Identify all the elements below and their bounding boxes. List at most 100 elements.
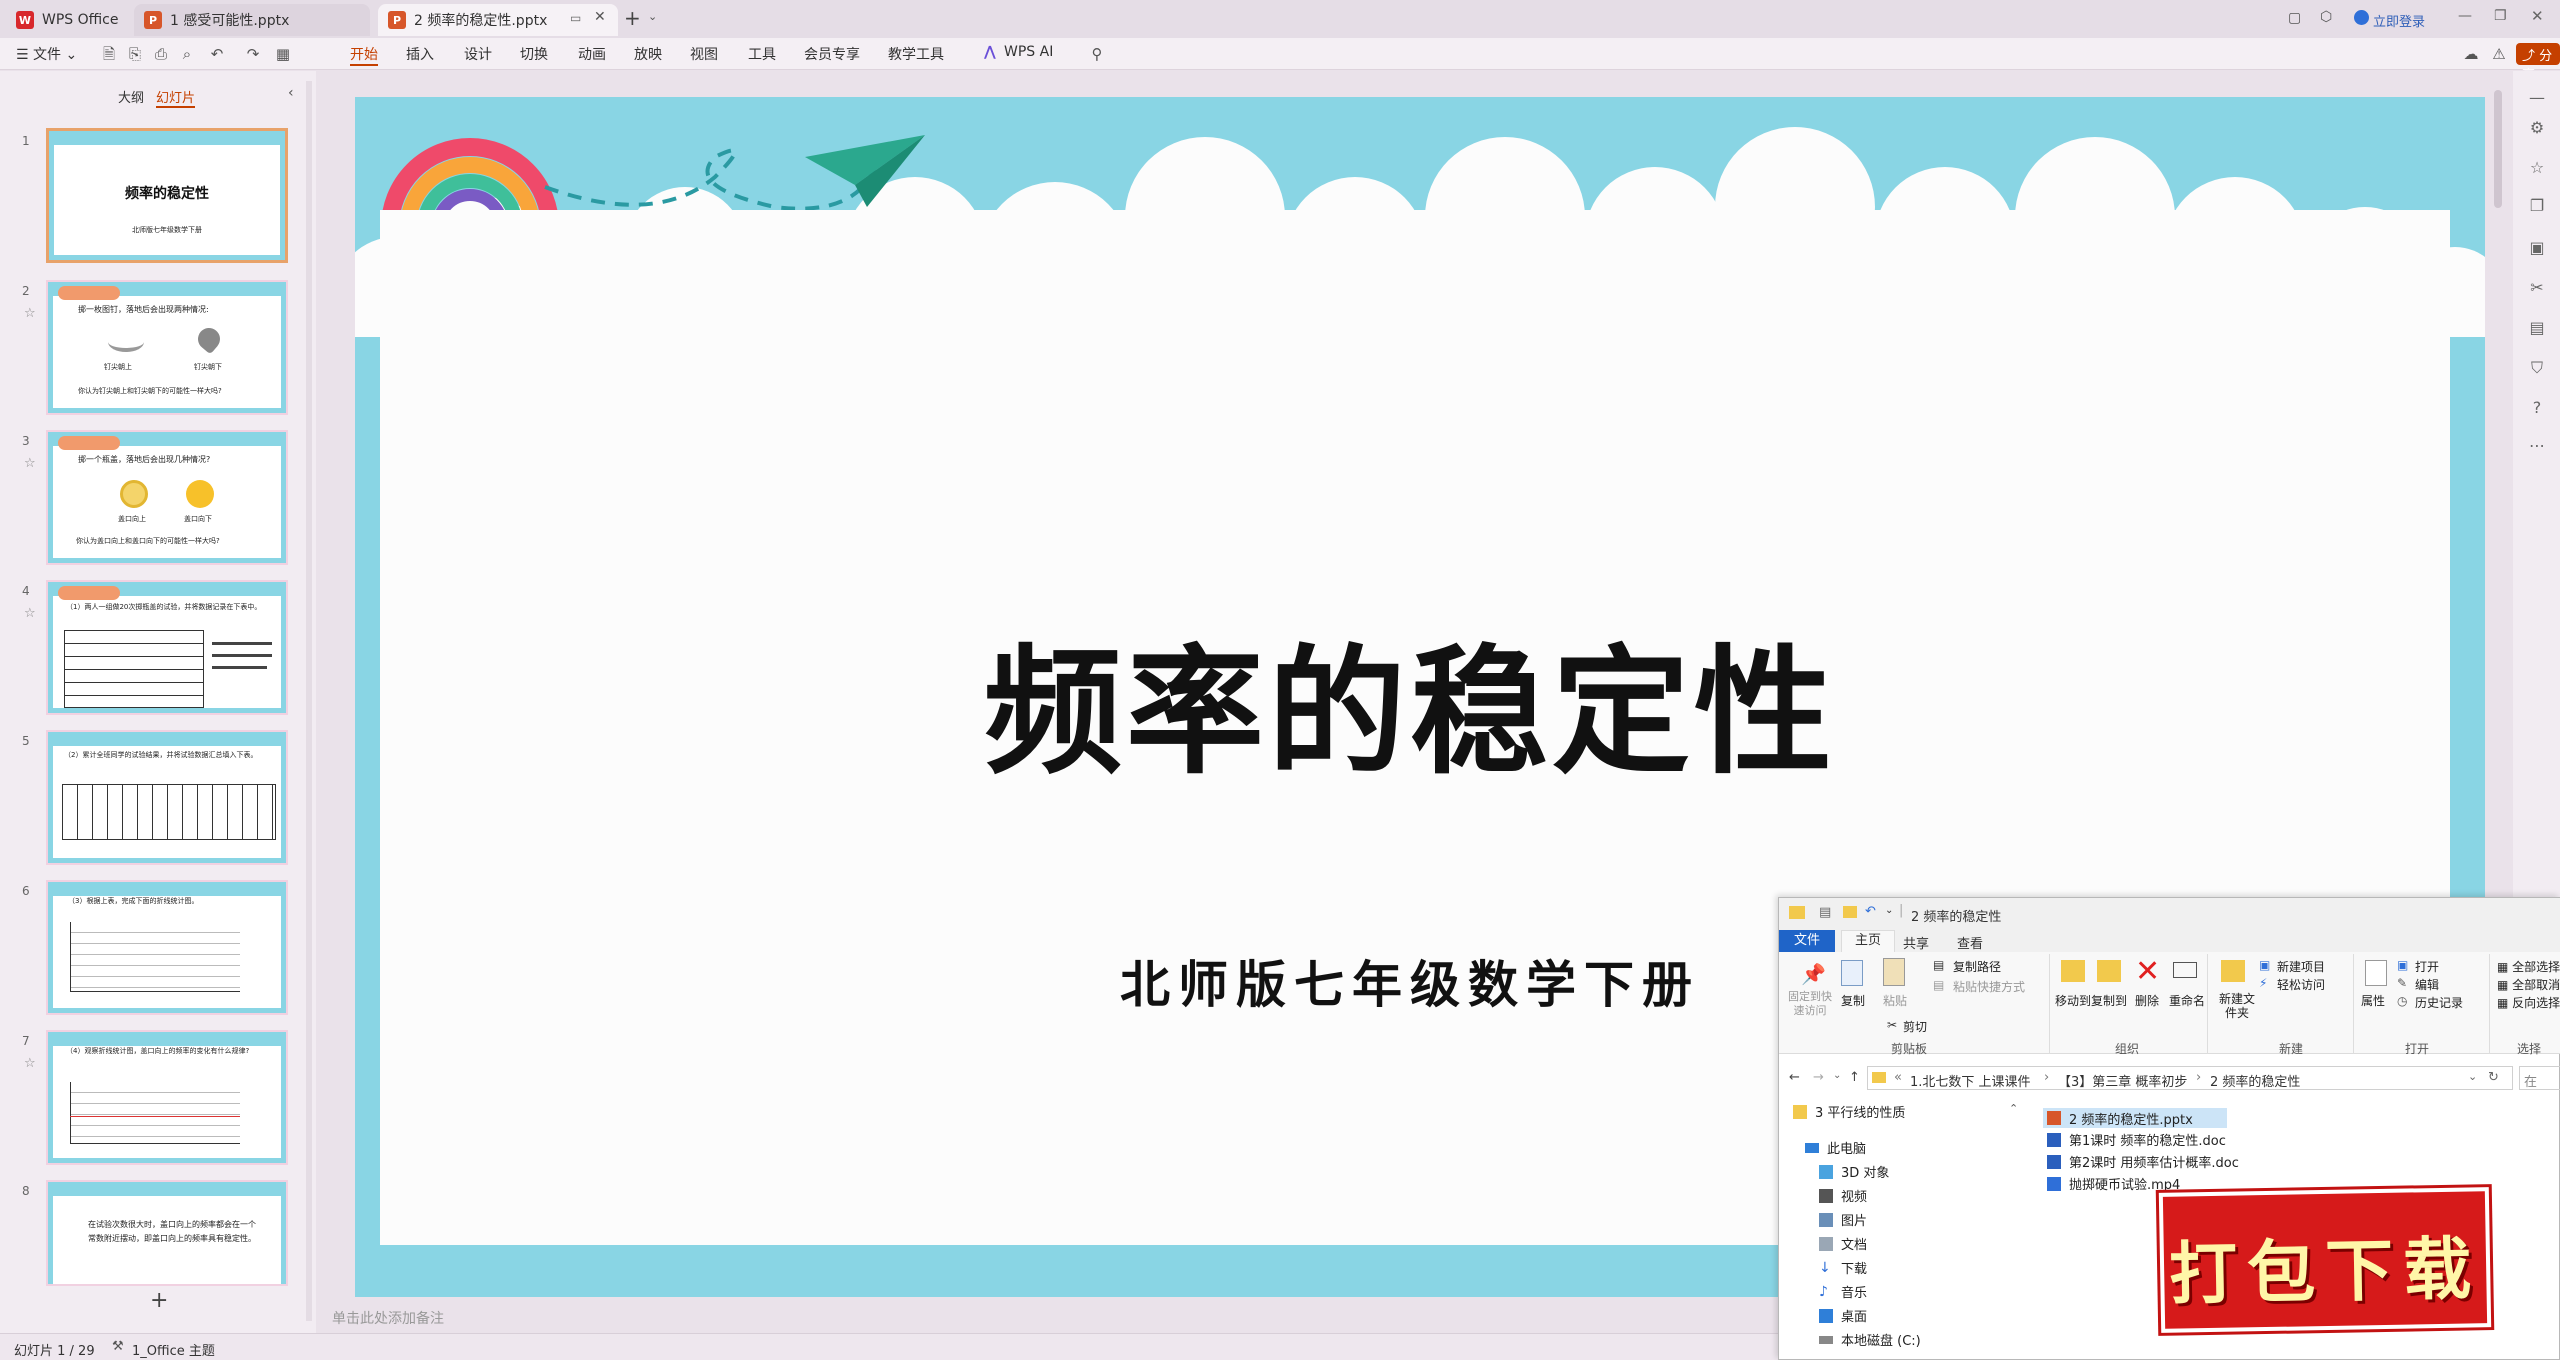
nav-videos[interactable]: 视频 — [1819, 1186, 1867, 1205]
invert-selection-button[interactable]: ▦ 反向选择 — [2497, 994, 2560, 1011]
properties-button[interactable]: 属性 — [2361, 992, 2385, 1009]
rename-button[interactable]: 重命名 — [2169, 992, 2205, 1009]
shirt-icon[interactable]: ⛉ — [2527, 358, 2547, 378]
history-button[interactable]: 历史记录 — [2415, 994, 2463, 1011]
download-pack-badge[interactable]: 打包下载 — [2158, 1187, 2492, 1333]
tab-home[interactable]: 主页 — [1841, 930, 1895, 952]
chevron-down-icon[interactable]: ⌄ — [648, 10, 657, 23]
minus-icon[interactable]: — — [2527, 88, 2547, 108]
up-icon[interactable]: ↑ — [1849, 1070, 1860, 1085]
tab-document-1[interactable]: P 1 感受可能性.pptx — [134, 4, 370, 36]
image-icon[interactable]: ▣ — [2527, 238, 2547, 258]
breadcrumb-segment[interactable]: 2 频率的稳定性 — [2210, 1071, 2300, 1090]
address-field[interactable]: « 1.北七数下 上课课件 › 【3】第三章 概率初步 › 2 频率的稳定性 ⌄… — [1867, 1066, 2513, 1090]
window-layout-icon[interactable]: ▢ — [2288, 10, 2301, 26]
tab-share[interactable]: 共享 — [1903, 933, 1929, 952]
star-icon[interactable]: ☆ — [24, 456, 36, 471]
move-to-button[interactable]: 移动到 — [2055, 992, 2091, 1009]
print-icon[interactable]: ⎙ — [152, 45, 170, 63]
menu-transition[interactable]: 切换 — [520, 44, 548, 66]
copy-icon[interactable]: ❐ — [2527, 196, 2547, 216]
search-field[interactable]: 在 — [2519, 1066, 2560, 1090]
nav-pinned-folder[interactable]: 3 平行线的性质 — [1793, 1102, 1905, 1121]
select-none-button[interactable]: ▦ 全部取消 — [2497, 976, 2560, 993]
edit-button[interactable]: 编辑 — [2415, 976, 2439, 993]
new-folder-icon[interactable] — [1843, 906, 1857, 918]
nav-local-disk[interactable]: 本地磁盘 (C:) — [1819, 1330, 1921, 1349]
menu-tools[interactable]: 工具 — [748, 44, 776, 66]
menu-view[interactable]: 视图 — [690, 44, 718, 66]
delete-button[interactable]: 删除 — [2135, 992, 2159, 1009]
nav-desktop[interactable]: 桌面 — [1819, 1306, 1867, 1325]
cut-button[interactable]: 剪切 — [1903, 1018, 1927, 1035]
pin-quick-access-button[interactable]: 固定到快速访问 — [1785, 990, 1835, 1018]
menu-design[interactable]: 设计 — [464, 44, 492, 66]
nav-documents[interactable]: 文档 — [1819, 1234, 1867, 1253]
adjust-icon[interactable]: ⚙ — [2527, 118, 2547, 138]
editor-scrollbar[interactable] — [2494, 90, 2502, 208]
paste-button[interactable]: 粘贴 — [1883, 992, 1907, 1009]
theme-name[interactable]: 1_Office 主题 — [132, 1340, 215, 1359]
redo-icon[interactable]: ↷ — [244, 45, 262, 63]
undo-icon[interactable]: ↶ — [1865, 904, 1876, 919]
nav-downloads[interactable]: ↓ 下载 — [1819, 1258, 1867, 1278]
star-icon[interactable]: ☆ — [24, 1056, 36, 1071]
breadcrumb-segment[interactable]: 【3】第三章 概率初步 — [2058, 1071, 2187, 1090]
star-icon[interactable]: ☆ — [2527, 158, 2547, 178]
back-icon[interactable]: ← — [1789, 1070, 1800, 1085]
file-item[interactable]: 抛掷硬币试验.mp4 — [2047, 1174, 2180, 1193]
breadcrumb-segment[interactable]: 1.北七数下 上课课件 — [1910, 1071, 2031, 1090]
menu-slideshow[interactable]: 放映 — [634, 44, 662, 66]
copy-path-button[interactable]: 复制路径 — [1953, 958, 2001, 975]
monitor-icon[interactable]: ▭ — [570, 11, 581, 25]
new-item-button[interactable]: 新建项目 — [2277, 958, 2325, 975]
format-painter-icon[interactable]: ⎘ — [126, 45, 144, 63]
menu-member[interactable]: 会员专享 — [804, 44, 860, 66]
minimize-icon[interactable]: — — [2458, 8, 2472, 24]
print-preview-icon[interactable]: ⌕ — [178, 45, 196, 63]
book-icon[interactable]: ▤ — [2527, 318, 2547, 338]
new-folder-button[interactable]: 新建文件夹 — [2219, 992, 2255, 1020]
more-tools-icon[interactable]: ▦ — [274, 45, 292, 63]
menu-teaching-tools[interactable]: 教学工具 — [888, 44, 944, 66]
refresh-icon[interactable]: ↻ — [2488, 1070, 2499, 1085]
slide-thumbnail-1[interactable]: 频率的稳定性 北师版七年级数学下册 — [46, 128, 288, 263]
undo-icon[interactable]: ↶ — [208, 45, 226, 63]
properties-icon[interactable]: ▤ — [1819, 905, 1831, 920]
copy-to-button[interactable]: 复制到 — [2091, 992, 2127, 1009]
open-button[interactable]: 打开 — [2415, 958, 2439, 975]
share-button[interactable]: ⤴ 分享 — [2516, 43, 2560, 83]
file-item[interactable]: 第1课时 频率的稳定性.doc — [2047, 1130, 2226, 1149]
menu-wps-ai[interactable]: WPS AI — [1004, 44, 1053, 66]
nav-this-pc[interactable]: 此电脑 — [1805, 1138, 1866, 1157]
add-slide-icon[interactable]: + — [150, 1288, 168, 1313]
save-icon[interactable]: 🗎 — [100, 45, 118, 63]
menu-animation[interactable]: 动画 — [578, 44, 606, 66]
slide-thumbnail-3[interactable]: 掷一个瓶盖，落地后会出现几种情况? 盖口向上 盖口向下 你认为盖口向上和盖口向下… — [46, 430, 288, 565]
chevron-down-icon[interactable]: ⌄ — [1833, 1070, 1841, 1081]
tab-outline[interactable]: 大纲 — [118, 87, 144, 106]
chevron-up-icon[interactable]: ⌃ — [2009, 1102, 2018, 1115]
login-link[interactable]: 立即登录 — [2373, 11, 2425, 30]
tab-view[interactable]: 查看 — [1957, 933, 1983, 952]
tab-slides[interactable]: 幻灯片 — [156, 87, 196, 108]
file-item[interactable]: 第2课时 用频率估计概率.doc — [2047, 1152, 2239, 1171]
tab-document-2[interactable]: P 2 频率的稳定性.pptx ▭ ✕ — [378, 4, 618, 36]
easy-access-button[interactable]: 轻松访问 — [2277, 976, 2325, 993]
cube-icon[interactable]: ⬡ — [2320, 9, 2332, 25]
star-icon[interactable]: ☆ — [24, 306, 36, 321]
close-icon[interactable]: ✕ — [594, 9, 606, 25]
nav-3d-objects[interactable]: 3D 对象 — [1819, 1162, 1889, 1181]
copy-button[interactable]: 复制 — [1841, 992, 1865, 1009]
help-icon[interactable]: ? — [2527, 398, 2547, 418]
chevron-down-icon[interactable]: ⌄ — [1885, 905, 1893, 916]
menu-home[interactable]: 开始 — [350, 44, 378, 66]
window-close-icon[interactable]: ✕ — [2531, 7, 2544, 25]
more-icon[interactable]: ⋯ — [2527, 436, 2547, 456]
collapse-panel-icon[interactable]: ‹ — [288, 85, 294, 101]
forward-icon[interactable]: → — [1813, 1070, 1824, 1085]
slide-thumbnail-7[interactable]: （4）观察折线统计图，盖口向上的频率的变化有什么规律? — [46, 1030, 288, 1165]
tab-wps-office[interactable]: W WPS Office — [6, 4, 126, 36]
cloud-icon[interactable]: ☁ — [2462, 45, 2480, 63]
search-icon[interactable]: ⚲ — [1088, 45, 1106, 63]
